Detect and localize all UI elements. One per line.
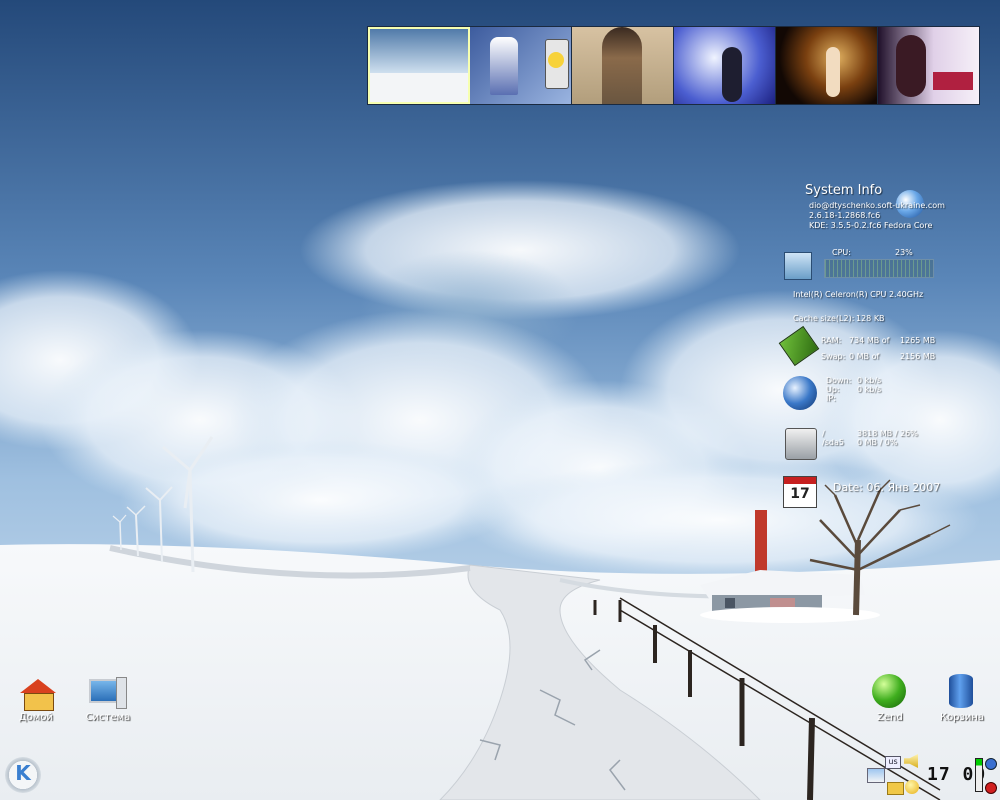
fs2-name: /sda5 [822,438,844,447]
fs2-value: 0 MB / 0% [857,438,898,447]
ram-total: 1265 MB [900,336,936,345]
battery-meter [975,758,983,792]
cpu-value: 23% [895,248,913,257]
pager-desktop-3[interactable] [572,27,674,104]
system-label: Система [85,712,131,723]
pager-desktop-5[interactable] [776,27,878,104]
swap-total: 2156 MB [900,352,936,361]
pager-desktop-2[interactable] [470,27,572,104]
trash-label: Корзина [939,712,985,723]
messenger-icon[interactable] [905,780,919,794]
calendar-day: 17 [790,486,810,502]
calendar-icon: 17 [783,476,817,508]
cpu-graph [824,259,934,278]
zend-desktop-icon[interactable]: Zend [850,672,930,727]
zend-label: Zend [877,712,903,723]
cache-label: Cache size(L2): [793,314,855,323]
volume-icon[interactable] [904,754,918,768]
trash-icon [949,674,973,708]
ram-module-icon [778,325,820,367]
kbd-layout-indicator[interactable]: us [885,756,901,769]
network-status-icon[interactable] [985,758,997,770]
down-value: 0 kb/s [857,376,882,385]
k-menu-button[interactable]: K [5,757,41,793]
system-tray: us 17 00 [865,752,1000,800]
home-label: Домой [18,712,54,723]
swap-label: Swap: [821,352,846,361]
fs1-name: / [822,429,825,438]
cpu-model: Intel(R) Celeron(R) CPU 2.40GHz [793,290,924,299]
hard-disk-icon [785,428,817,460]
image-viewer-icon[interactable] [867,768,885,783]
cache-value: 128 KB [856,314,885,323]
power-icon[interactable] [985,782,997,794]
fs1-value: 3818 MB / 26% [857,429,918,438]
ip-label: IP: [826,394,836,403]
pager-desktop-6[interactable] [878,27,979,104]
computer-icon [89,679,119,703]
sysinfo-kernel: 2.6.18-1.2868.fc6 [809,211,881,220]
home-icon [20,679,56,693]
sysinfo-user: dio@dtyschenko.soft-ukraine.com [809,201,945,210]
system-info-widget: System Info dio@dtyschenko.soft-ukraine.… [778,180,995,510]
desktop-pager [367,26,980,105]
cpu-chip-icon [784,252,812,280]
sysinfo-kde: KDE: 3.5.5-0.2.fc6 Fedora Core [809,221,933,230]
trash-desktop-icon[interactable]: Корзина [922,672,1000,727]
up-value: 0 kb/s [857,385,882,394]
home-desktop-icon[interactable]: Домой [0,673,72,728]
system-desktop-icon[interactable]: Система [68,673,148,728]
date-text: Date: 06. Янв 2007 [833,481,941,494]
ram-used: 734 MB of [849,336,890,345]
network-globe-icon [783,376,817,410]
up-label: Up: [826,385,840,394]
sysinfo-title: System Info [805,183,883,198]
zend-icon [872,674,906,708]
pager-desktop-4[interactable] [674,27,776,104]
ram-label: RAM: [821,336,842,345]
cpu-label: CPU: [832,248,851,257]
down-label: Down: [826,376,852,385]
pager-desktop-1[interactable] [368,27,470,104]
folder-icon[interactable] [887,782,904,795]
swap-used: 0 MB of [849,352,880,361]
